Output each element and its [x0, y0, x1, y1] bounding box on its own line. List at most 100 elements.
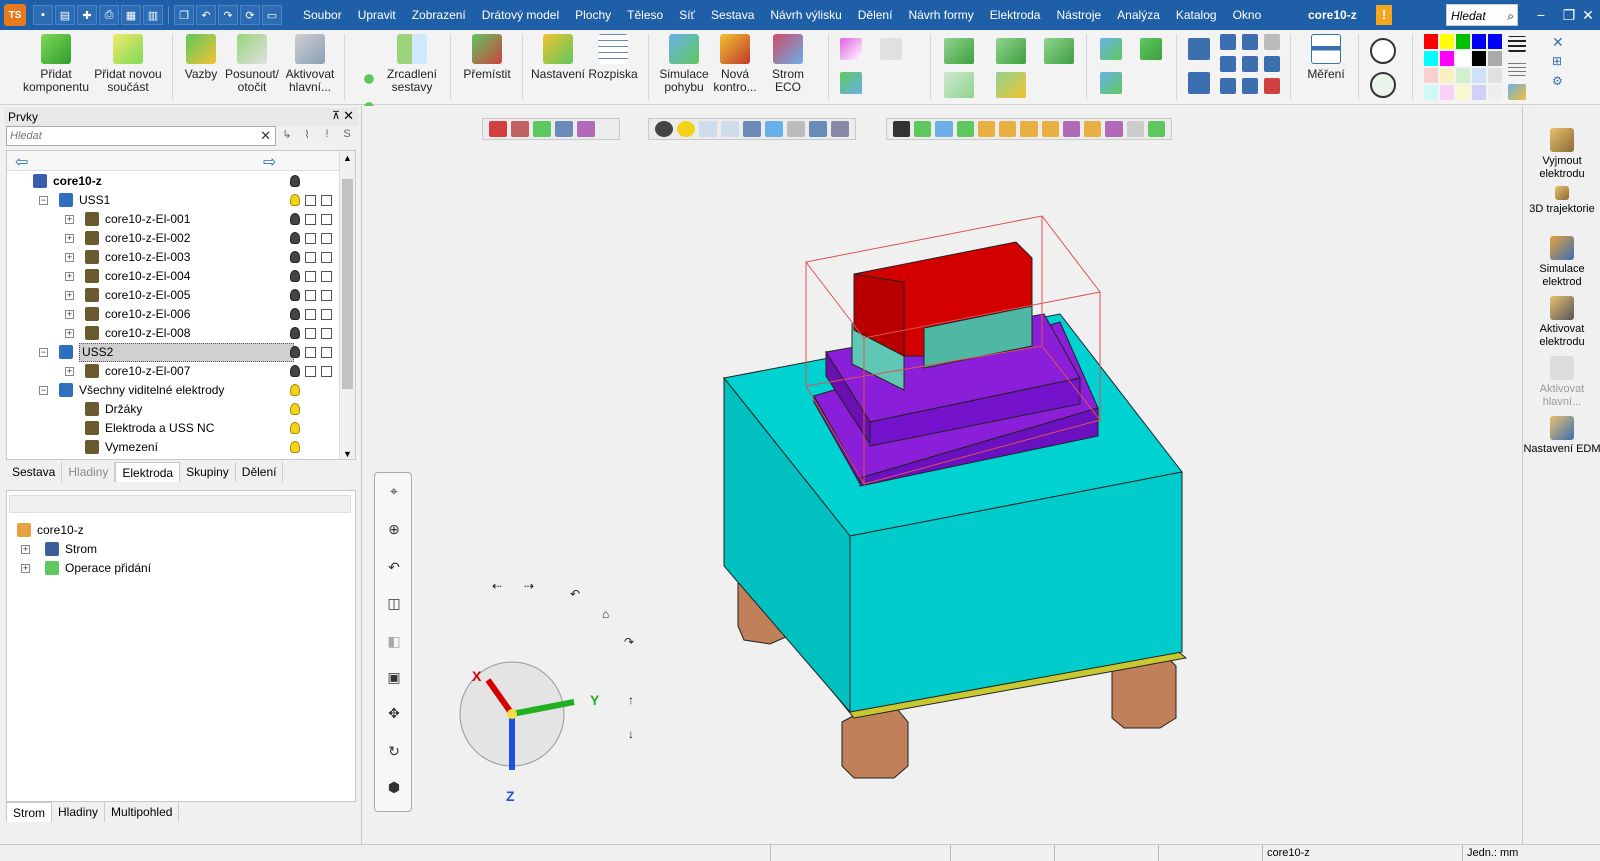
electrode-sim-button[interactable]: Simulace elektrod — [1523, 236, 1600, 289]
scroll-up-icon[interactable]: ▲ — [343, 153, 352, 163]
expand-icon[interactable]: + — [65, 329, 74, 338]
dim-small4-icon[interactable] — [1220, 56, 1236, 72]
visibility-bulb-icon[interactable] — [290, 384, 300, 396]
visibility-bulb-icon[interactable] — [290, 175, 300, 187]
wireframe-icon[interactable] — [321, 309, 332, 320]
tab-sestava[interactable]: Sestava — [6, 462, 63, 482]
expand-icon[interactable]: + — [65, 215, 74, 224]
regen-icon[interactable]: ⟳ — [240, 5, 260, 25]
filter-option2-icon[interactable]: ⌇ — [300, 128, 314, 144]
tab-multipohled[interactable]: Multipohled — [105, 802, 180, 822]
constraints-button[interactable]: Vazby — [178, 32, 224, 81]
activate-main-button[interactable]: Aktivovat hlavní... — [278, 32, 342, 94]
wireframe-icon[interactable] — [321, 328, 332, 339]
wireframe-icon[interactable] — [321, 271, 332, 282]
line-width-icon[interactable] — [1508, 60, 1526, 76]
open-icon[interactable]: ▤ — [55, 5, 75, 25]
solid5-icon[interactable] — [996, 72, 1026, 98]
nav-forward-icon[interactable]: ⇨ — [263, 152, 276, 172]
visibility-bulb-icon[interactable] — [290, 251, 300, 263]
trim-icon[interactable] — [1140, 38, 1162, 60]
relocate-button[interactable]: Přemístit — [458, 32, 516, 81]
motion-sim-button[interactable]: Simulace pohybu — [656, 32, 712, 94]
menu-zobrazeni[interactable]: Zobrazení — [404, 0, 474, 30]
text-icon[interactable] — [1188, 72, 1210, 94]
minimize-icon[interactable]: − — [1526, 0, 1556, 30]
show-icon[interactable] — [305, 309, 316, 320]
menu-navrh-formy[interactable]: Návrh formy — [900, 0, 981, 30]
dim-small7-icon[interactable] — [1220, 78, 1236, 94]
menu-deleni[interactable]: Dělení — [850, 0, 901, 30]
search-icon[interactable]: ⌕ — [1507, 5, 1514, 27]
pan-icon[interactable]: ✥ — [385, 705, 403, 723]
filter-option1-icon[interactable]: ↳ — [280, 128, 294, 144]
wireframe-icon[interactable] — [321, 366, 332, 377]
dim-small2-icon[interactable] — [1242, 34, 1258, 50]
menu-dratovy-model[interactable]: Drátový model — [474, 0, 567, 30]
wireframe-icon[interactable] — [321, 233, 332, 244]
tree-item[interactable]: + core10-z-El-004 — [7, 267, 339, 286]
add-new-part-button[interactable]: Přidat novou součást — [90, 32, 166, 94]
collapse-icon[interactable]: − — [39, 386, 48, 395]
settings-button[interactable]: Nastavení — [530, 32, 586, 81]
pattern-icon[interactable] — [358, 68, 380, 90]
visibility-bulb-icon[interactable] — [290, 232, 300, 244]
tree-item[interactable]: + core10-z-El-003 — [7, 248, 339, 267]
edm-settings-button[interactable]: Nastavení EDM — [1523, 416, 1600, 456]
ribbon-close-icon[interactable]: ✕ — [1552, 34, 1564, 51]
print-icon[interactable]: ⎙ — [99, 5, 119, 25]
filter-option3-icon[interactable]: ! — [320, 128, 334, 144]
3d-model[interactable]: ⇠ ⇢ ↶ ⌂ ↷ ↑ ↓ — [364, 106, 1520, 844]
warning-icon[interactable]: ! — [1376, 5, 1392, 25]
layout-icon[interactable]: ▥ — [143, 5, 163, 25]
expand-icon[interactable]: + — [65, 272, 74, 281]
tab-hladiny[interactable]: Hladiny — [52, 802, 106, 822]
tree-item[interactable]: Vymezení — [7, 438, 339, 457]
tree-item[interactable]: + core10-z-El-007 — [7, 362, 339, 381]
redo-icon[interactable]: ↷ — [218, 5, 238, 25]
scroll-thumb[interactable] — [342, 179, 353, 389]
expand-icon[interactable]: + — [65, 310, 74, 319]
visibility-bulb-icon[interactable] — [290, 308, 300, 320]
tab-strom[interactable]: Strom — [6, 802, 53, 822]
dimension-icon[interactable] — [1188, 38, 1210, 60]
tree-item[interactable]: − Všechny viditelné elektrody — [7, 381, 339, 400]
visibility-bulb-icon[interactable] — [290, 270, 300, 282]
measure-button[interactable]: Měření — [1300, 32, 1352, 81]
tab-skupiny[interactable]: Skupiny — [180, 462, 236, 482]
show-icon[interactable] — [305, 347, 316, 358]
new-check-button[interactable]: Nová kontro... — [712, 32, 758, 94]
show-icon[interactable] — [305, 195, 316, 206]
activate-electrode-button[interactable]: Aktivovat elektrodu — [1523, 296, 1600, 349]
view-solid-icon[interactable]: ▣ — [385, 669, 403, 687]
extract-electrode-button[interactable]: Vyjmout elektrodu — [1523, 128, 1600, 181]
cube-view-icon[interactable]: ◫ — [385, 595, 403, 613]
tree-item[interactable]: + core10-z-El-008 — [7, 324, 339, 343]
clear-filter-icon[interactable]: ✕ — [260, 127, 271, 145]
menu-navrh-vylisku[interactable]: Návrh výlisku — [762, 0, 849, 30]
show-icon[interactable] — [305, 271, 316, 282]
tree-item[interactable]: + core10-z-El-002 — [7, 229, 339, 248]
csys-icon[interactable] — [840, 72, 862, 94]
new-icon[interactable]: ✚ — [77, 5, 97, 25]
line-style-icon[interactable] — [1508, 36, 1526, 52]
show-icon[interactable] — [305, 290, 316, 301]
scroll-down-icon[interactable]: ▼ — [343, 449, 352, 459]
dim-small8-icon[interactable] — [1242, 78, 1258, 94]
zoom-select-icon[interactable] — [1370, 72, 1396, 98]
3d-trajectory-button[interactable]: 3D trajektorie — [1523, 186, 1600, 216]
visibility-bulb-icon[interactable] — [290, 327, 300, 339]
menu-teleso[interactable]: Těleso — [619, 0, 671, 30]
bom-button[interactable]: Rozpiska — [586, 32, 640, 81]
menu-soubor[interactable]: Soubor — [295, 0, 350, 30]
tree-item[interactable]: Základ — [7, 457, 339, 459]
add-component-button[interactable]: Přidat komponentu — [20, 32, 92, 94]
electrode-tree-item[interactable]: core10-z — [7, 521, 347, 540]
brush-icon[interactable] — [1508, 84, 1526, 100]
collapse-icon[interactable]: − — [39, 196, 48, 205]
tree-item[interactable]: core10-z — [7, 172, 339, 191]
visibility-bulb-icon[interactable] — [290, 422, 300, 434]
dim-small1-icon[interactable] — [1220, 34, 1236, 50]
wireframe-icon[interactable] — [321, 290, 332, 301]
wireframe-icon[interactable] — [321, 214, 332, 225]
